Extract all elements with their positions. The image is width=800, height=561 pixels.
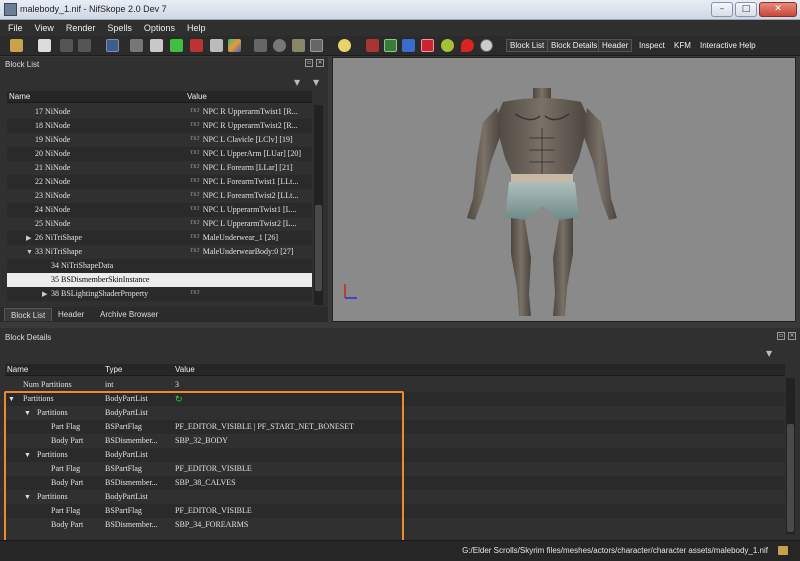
sort-arrow-icon-2[interactable]: ▼	[313, 78, 319, 87]
axes-toggle-icon[interactable]	[384, 39, 397, 52]
float-panel-icon[interactable]: ▫	[305, 59, 313, 67]
male-body-model	[344, 88, 617, 316]
camera-icon[interactable]	[310, 39, 323, 52]
texture-icon[interactable]	[421, 39, 434, 52]
app-icon	[4, 3, 17, 16]
status-bar: G:/Elder Scrolls/Skyrim files/meshes/act…	[0, 540, 800, 561]
block-list-scrollbar[interactable]	[314, 105, 323, 305]
table-row[interactable]: 20 NiNode TXT NPC L UpperArm [LUar] [20]	[7, 147, 312, 161]
white-shape-icon[interactable]	[150, 39, 163, 52]
folder-icon	[778, 546, 788, 555]
eye-icon[interactable]	[273, 39, 286, 52]
scrollbar-thumb[interactable]	[787, 424, 794, 532]
column-name[interactable]: Name	[9, 91, 30, 103]
close-button[interactable]: ✕	[759, 2, 797, 17]
skeleton-icon[interactable]	[254, 39, 267, 52]
red-shape-icon[interactable]	[190, 39, 203, 52]
table-row[interactable]: 25 NiNode TXT NPC L UpperarmTwist2 [L...	[7, 217, 312, 231]
table-row[interactable]: Num Partitions int 3	[5, 378, 785, 392]
color-cube-icon[interactable]	[228, 39, 241, 52]
tab-header[interactable]: Header	[52, 308, 90, 321]
kfm-button[interactable]: KFM	[671, 40, 694, 51]
light-bulb-icon[interactable]	[338, 39, 351, 52]
table-row[interactable]: 19 NiNode TXT NPC L Clavicle [LClv] [19]	[7, 133, 312, 147]
pin-icon[interactable]	[461, 39, 474, 52]
column-type[interactable]: Type	[105, 364, 122, 376]
interactive-help-button[interactable]: Interactive Help	[697, 40, 759, 51]
table-row[interactable]: 17 NiNode TXT NPC R UpperarmTwist1 [R...	[7, 105, 312, 119]
sort-arrow-icon[interactable]: ▼	[294, 78, 300, 87]
menu-options[interactable]: Options	[144, 20, 175, 36]
select-tool-icon[interactable]	[106, 39, 119, 52]
column-name[interactable]: Name	[7, 364, 28, 376]
header-button[interactable]: Header	[598, 39, 633, 52]
expand-arrow-icon[interactable]: ▶	[42, 287, 47, 301]
white-cube-icon[interactable]	[210, 39, 223, 52]
close-panel-icon[interactable]: ×	[316, 59, 324, 67]
menu-help[interactable]: Help	[187, 20, 206, 36]
undo-icon[interactable]	[60, 39, 73, 52]
title-bar: malebody_1.nif - NifSkope 2.0 Dev 7 – □ …	[0, 0, 800, 20]
open-folder-icon[interactable]	[10, 39, 23, 52]
view-eye-icon[interactable]	[480, 39, 493, 52]
inspect-button[interactable]: Inspect	[636, 40, 668, 51]
expand-arrow-icon[interactable]: ▶	[26, 231, 31, 245]
menu-file[interactable]: File	[8, 20, 23, 36]
nodes-icon[interactable]	[402, 39, 415, 52]
float-panel-icon[interactable]: ▫	[777, 332, 785, 340]
collapse-arrow-icon[interactable]: ▼	[26, 245, 33, 259]
tab-block-list[interactable]: Block List	[4, 308, 53, 321]
table-row[interactable]: ▼ 33 NiTriShape TXT MaleUnderwearBody:0 […	[7, 245, 312, 259]
minimize-button[interactable]: –	[711, 2, 733, 17]
redo-icon[interactable]	[78, 39, 91, 52]
block-details-button[interactable]: Block Details	[547, 39, 602, 52]
table-row[interactable]: 18 NiNode TXT NPC R UpperarmTwist2 [R...	[7, 119, 312, 133]
sort-arrow-icon[interactable]: ▼	[766, 349, 772, 358]
green-shape-icon[interactable]	[170, 39, 183, 52]
block-list-panel: Block List ▫ × ▼ ▼ Name Value 17 NiNode …	[0, 57, 328, 322]
table-row[interactable]: 21 NiNode TXT NPC L Forearm [LLar] [21]	[7, 161, 312, 175]
menu-view[interactable]: View	[35, 20, 54, 36]
block-list-title: Block List	[5, 60, 40, 69]
eye-alt-icon[interactable]	[292, 39, 305, 52]
block-details-panel: Block Details ▫ × ▼ Name Type Value Num …	[0, 328, 800, 545]
marker-icon[interactable]	[366, 39, 379, 52]
table-row[interactable]: 22 NiNode TXT NPC L ForearmTwist1 [LLt...	[7, 175, 312, 189]
file-path: G:/Elder Scrolls/Skyrim files/meshes/act…	[462, 546, 768, 555]
scrollbar-thumb[interactable]	[315, 205, 322, 291]
tab-archive-browser[interactable]: Archive Browser	[94, 308, 164, 321]
column-value[interactable]: Value	[187, 91, 207, 103]
table-row[interactable]: 24 NiNode TXT NPC L UpperarmTwist1 [L...	[7, 203, 312, 217]
table-row[interactable]: 23 NiNode TXT NPC L ForearmTwist2 [LLt...	[7, 189, 312, 203]
save-icon[interactable]	[38, 39, 51, 52]
block-details-scrollbar[interactable]	[786, 378, 795, 534]
block-details-header: Name Type Value	[5, 364, 785, 376]
toolbar: Block List Block Details Header Inspect …	[0, 36, 800, 56]
menu-spells[interactable]: Spells	[107, 20, 132, 36]
menu-render[interactable]: Render	[66, 20, 96, 36]
annotation-highlight-box	[4, 391, 404, 545]
block-details-title: Block Details	[5, 333, 52, 342]
maximize-button[interactable]: □	[735, 2, 757, 17]
block-list-header: Name Value	[7, 91, 312, 103]
table-row[interactable]: ▶ 26 NiTriShape TXT MaleUnderwear_1 [26]	[7, 231, 312, 245]
menu-bar: File View Render Spells Options Help	[0, 20, 800, 36]
table-row[interactable]: ▶ 38 BSLightingShaderProperty TXT	[7, 287, 312, 301]
close-panel-icon[interactable]: ×	[788, 332, 796, 340]
window-title: malebody_1.nif - NifSkope 2.0 Dev 7	[20, 4, 167, 14]
render-viewport[interactable]	[332, 57, 796, 322]
green-ball-icon[interactable]	[441, 39, 454, 52]
column-value[interactable]: Value	[175, 364, 195, 376]
block-list-tabs: Block List Header Archive Browser	[0, 307, 328, 322]
block-list-button[interactable]: Block List	[506, 39, 549, 52]
table-row-selected[interactable]: 35 BSDismemberSkinInstance	[7, 273, 312, 287]
axes-icon[interactable]	[130, 39, 143, 52]
table-row[interactable]: 34 NiTriShapeData	[7, 259, 312, 273]
